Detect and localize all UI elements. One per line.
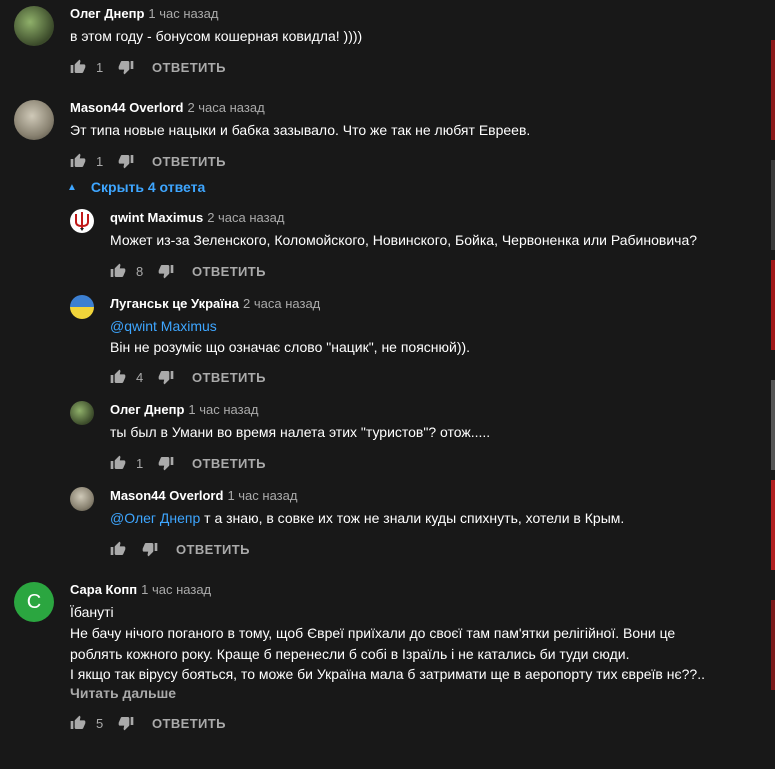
comment-time[interactable]: 1 час назад bbox=[227, 488, 297, 503]
dislike-icon[interactable] bbox=[118, 59, 134, 75]
avatar[interactable] bbox=[70, 487, 94, 511]
sidebar-thumbnail[interactable] bbox=[771, 40, 775, 140]
like-icon[interactable] bbox=[70, 59, 86, 75]
sidebar-thumbnail[interactable] bbox=[771, 600, 775, 690]
sidebar-thumbnail[interactable] bbox=[771, 480, 775, 570]
reply-button[interactable]: ОТВЕТИТЬ bbox=[152, 60, 226, 75]
like-count: 8 bbox=[136, 263, 144, 279]
comment-text: Эт типа новые нацыки и бабка зазывало. Ч… bbox=[70, 122, 531, 138]
sidebar-thumbnail[interactable] bbox=[771, 160, 775, 250]
comment-author[interactable]: qwint Maximus 2 часа назад bbox=[110, 210, 284, 225]
dislike-icon[interactable] bbox=[158, 263, 174, 279]
comment-text: Может из-за Зеленского, Коломойского, Но… bbox=[110, 232, 698, 248]
comment-author[interactable]: Луганськ це Україна 2 часа назад bbox=[110, 296, 320, 311]
chevron-up-icon: ▲ bbox=[67, 181, 77, 193]
like-icon[interactable] bbox=[110, 541, 126, 557]
reply-button[interactable]: ОТВЕТИТЬ bbox=[192, 456, 266, 471]
like-count: 1 bbox=[96, 59, 104, 75]
dislike-icon[interactable] bbox=[158, 455, 174, 471]
comment-time[interactable]: 2 часа назад bbox=[207, 210, 284, 225]
dislike-icon[interactable] bbox=[158, 369, 174, 385]
sidebar-thumbnail[interactable] bbox=[771, 380, 775, 470]
hide-replies-label: Скрыть 4 ответа bbox=[90, 179, 206, 195]
comment-mention[interactable]: @qwint Maximus bbox=[110, 316, 217, 337]
sidebar-thumbnail[interactable] bbox=[771, 260, 775, 350]
comment-author[interactable]: Олег Днепр 1 час назад bbox=[70, 6, 218, 21]
dislike-icon[interactable] bbox=[118, 153, 134, 169]
comment-text-line: І якщо так вірусу бояться, то може би Ук… bbox=[70, 666, 705, 682]
like-count: 1 bbox=[96, 153, 104, 169]
reply-button[interactable]: ОТВЕТИТЬ bbox=[192, 264, 266, 279]
reply-button[interactable]: ОТВЕТИТЬ bbox=[152, 716, 226, 731]
comment-text: ты был в Умани во время налета этих "тур… bbox=[110, 424, 491, 440]
like-icon[interactable] bbox=[110, 369, 126, 385]
like-count: 5 bbox=[96, 715, 104, 731]
reply-button[interactable]: ОТВЕТИТЬ bbox=[176, 542, 250, 557]
comment-text: @Олег Днепр т а знаю, в совке их тож не … bbox=[110, 510, 625, 526]
comment-author[interactable]: Mason44 Overlord 1 час назад bbox=[110, 488, 297, 503]
like-count: 4 bbox=[136, 369, 144, 385]
comment-text: в этом году - бонусом кошерная ковидла! … bbox=[70, 28, 363, 44]
comment-time[interactable]: 2 часа назад bbox=[187, 100, 264, 115]
hide-replies-button[interactable]: ▲ Скрыть 4 ответа bbox=[67, 179, 205, 195]
reply-button[interactable]: ОТВЕТИТЬ bbox=[152, 154, 226, 169]
comment-time[interactable]: 1 час назад bbox=[141, 582, 211, 597]
comment-time[interactable]: 2 часа назад bbox=[243, 296, 320, 311]
dislike-icon[interactable] bbox=[142, 541, 158, 557]
read-more-button[interactable]: Читать дальше bbox=[70, 685, 176, 701]
comment-author[interactable]: Сара Копп 1 час назад bbox=[70, 582, 211, 597]
avatar[interactable] bbox=[14, 100, 54, 140]
like-icon[interactable] bbox=[70, 153, 86, 169]
comment-text-line: Не бачу нічого поганого в тому, щоб Євре… bbox=[70, 625, 676, 641]
reply-button[interactable]: ОТВЕТИТЬ bbox=[192, 370, 266, 385]
comment-text-line: роблять кожного року. Краще б перенесли … bbox=[70, 646, 630, 662]
comment-mention[interactable]: @Олег Днепр bbox=[110, 510, 200, 526]
comment-text: Він не розуміє що означає слово "нацик",… bbox=[110, 339, 471, 355]
like-icon[interactable] bbox=[110, 263, 126, 279]
comment-author[interactable]: Олег Днепр 1 час назад bbox=[110, 402, 258, 417]
avatar[interactable] bbox=[70, 209, 94, 233]
comment-text-line: Їбанутi bbox=[70, 604, 114, 620]
like-count: 1 bbox=[136, 455, 144, 471]
comment-time[interactable]: 1 час назад bbox=[148, 6, 218, 21]
like-icon[interactable] bbox=[70, 715, 86, 731]
avatar[interactable] bbox=[14, 6, 54, 46]
trident-icon bbox=[75, 212, 89, 231]
avatar[interactable] bbox=[70, 401, 94, 425]
dislike-icon[interactable] bbox=[118, 715, 134, 731]
comment-time[interactable]: 1 час назад bbox=[188, 402, 258, 417]
avatar[interactable] bbox=[70, 295, 94, 319]
like-icon[interactable] bbox=[110, 455, 126, 471]
avatar[interactable]: C bbox=[14, 582, 54, 622]
comment-author[interactable]: Mason44 Overlord 2 часа назад bbox=[70, 100, 265, 115]
